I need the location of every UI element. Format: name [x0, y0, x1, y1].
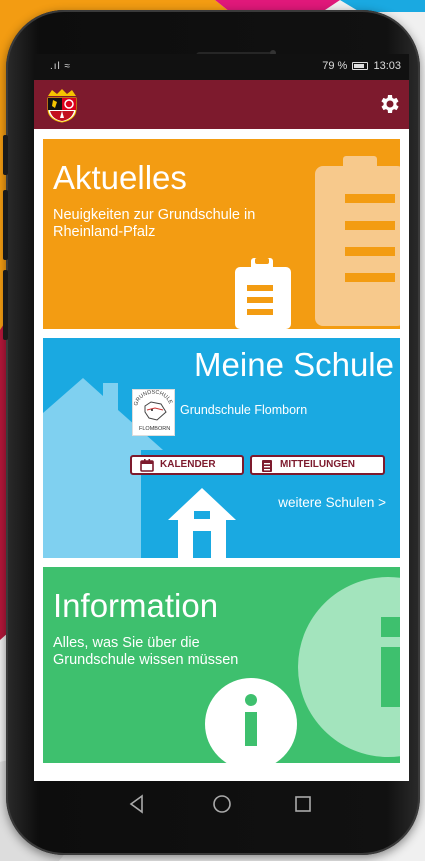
- news-card[interactable]: Aktuelles Neuigkeiten zur Grundschule in…: [43, 139, 400, 329]
- my-school-title: Meine Schule: [194, 346, 394, 383]
- information-title: Information: [53, 587, 219, 624]
- messages-button-label: MITTEILUNGEN: [280, 459, 355, 470]
- calendar-button[interactable]: KALENDER: [130, 455, 244, 475]
- calendar-button-label: KALENDER: [160, 459, 216, 470]
- information-subtitle: Alles, was Sie über die Grundschule wiss…: [53, 635, 239, 668]
- calendar-icon: [140, 459, 154, 472]
- school-logo: GRUNDSCHULE FLOMBORN: [132, 389, 175, 436]
- phone-screen: .ıl ≈ 79 % 13:03 Aktuelles Neuigkeiten z…: [34, 54, 409, 781]
- battery-level: 79 %: [322, 60, 348, 72]
- home-content: Aktuelles Neuigkeiten zur Grundschule in…: [34, 129, 409, 781]
- status-bar: .ıl ≈ 79 % 13:03: [34, 54, 409, 80]
- school-name: Grundschule Flomborn: [180, 403, 308, 417]
- news-title: Aktuelles: [53, 159, 187, 196]
- messages-button[interactable]: MITTEILUNGEN: [250, 455, 385, 475]
- volume-button: [3, 190, 8, 260]
- battery-icon: [352, 62, 369, 70]
- information-card[interactable]: Information Alles, was Sie über die Grun…: [43, 567, 400, 763]
- system-nav-bar: [34, 781, 409, 827]
- recents-square-icon[interactable]: [292, 793, 314, 815]
- messages-clipboard-icon: [262, 460, 272, 472]
- svg-text:FLOMBORN: FLOMBORN: [139, 426, 170, 432]
- signal-icon: .ıl ≈: [50, 61, 72, 72]
- more-schools-link[interactable]: weitere Schulen >: [278, 495, 386, 510]
- back-triangle-icon[interactable]: [126, 793, 148, 815]
- volume-button: [3, 135, 8, 175]
- news-subtitle: Neuigkeiten zur Grundschule in Rheinland…: [53, 207, 256, 240]
- gear-icon[interactable]: [377, 92, 401, 116]
- status-right: 79 % 13:03: [322, 60, 401, 72]
- coat-of-arms-logo: [47, 89, 77, 123]
- clock: 13:03: [373, 60, 401, 72]
- my-school-card[interactable]: Meine Schule GRUNDSCHULE FLOMBORN Grunds…: [43, 338, 400, 558]
- power-button: [3, 270, 8, 340]
- app-bar: [34, 80, 409, 129]
- home-circle-icon[interactable]: [211, 793, 233, 815]
